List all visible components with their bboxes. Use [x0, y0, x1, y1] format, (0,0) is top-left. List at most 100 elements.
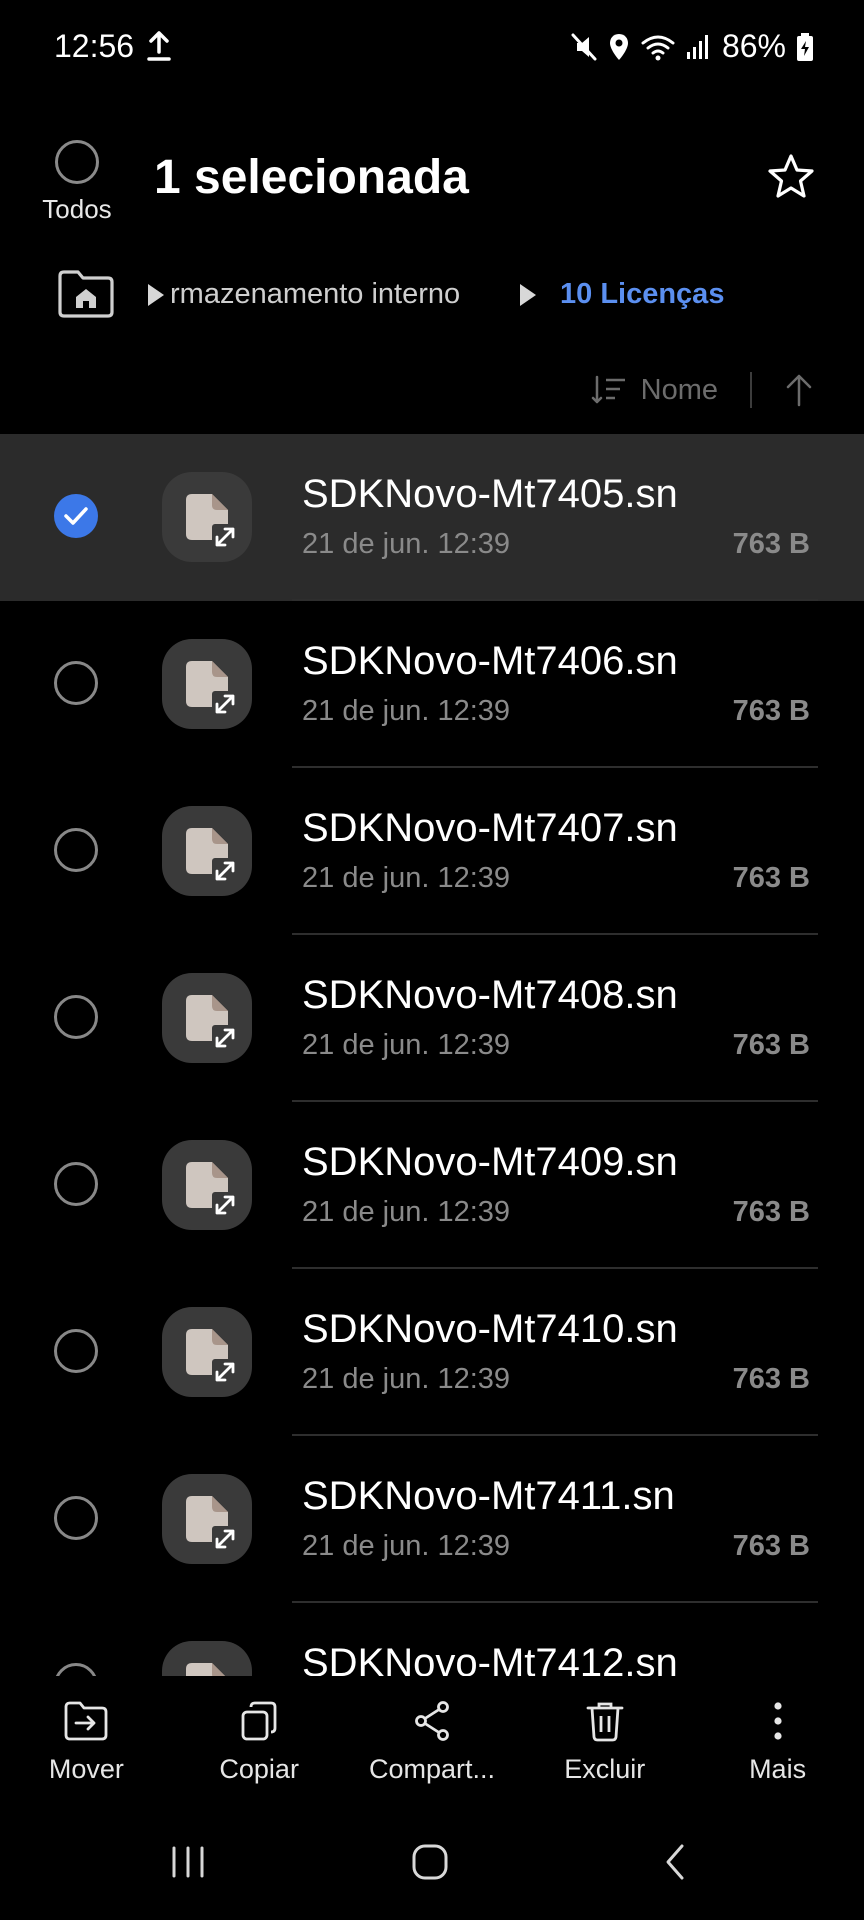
file-checkbox[interactable] — [54, 995, 98, 1039]
shortcut-file-icon — [186, 995, 238, 1051]
file-icon — [162, 1307, 252, 1397]
file-checkbox[interactable] — [54, 1496, 98, 1540]
shortcut-file-icon — [186, 1162, 238, 1218]
shortcut-file-icon — [186, 1329, 238, 1385]
home-button-icon[interactable] — [410, 1840, 450, 1884]
file-row[interactable]: SDKNovo-Mt7405.sn 21 de jun. 12:39 763 B — [0, 434, 864, 601]
file-name: SDKNovo-Mt7410.sn — [302, 1307, 678, 1351]
copy-icon — [241, 1701, 277, 1741]
file-size: 763 B — [732, 1029, 810, 1061]
share-button[interactable]: Compart... — [347, 1676, 517, 1806]
sort-divider — [750, 372, 752, 408]
file-date: 21 de jun. 12:39 — [302, 695, 511, 727]
move-label: Mover — [48, 1754, 124, 1784]
file-size: 763 B — [732, 862, 810, 894]
upload-icon — [147, 31, 171, 61]
file-date: 21 de jun. 12:39 — [302, 528, 511, 560]
file-checkbox[interactable] — [54, 1162, 98, 1206]
breadcrumb-parent[interactable]: rmazenamento interno — [148, 278, 460, 311]
checkmark-icon — [64, 507, 88, 525]
file-size: 763 B — [732, 528, 810, 560]
battery-percent: 86% — [721, 28, 786, 64]
select-all-toggle[interactable]: Todos — [40, 140, 114, 225]
file-row[interactable]: SDKNovo-Mt7411.sn 21 de jun. 12:39 763 B — [0, 1436, 864, 1603]
file-icon — [162, 1641, 252, 1676]
location-icon — [609, 33, 628, 60]
file-name: SDKNovo-Mt7408.sn — [302, 973, 678, 1017]
file-row[interactable]: SDKNovo-Mt7410.sn 21 de jun. 12:39 763 B — [0, 1269, 864, 1436]
file-row[interactable]: SDKNovo-Mt7407.sn 21 de jun. 12:39 763 B — [0, 768, 864, 935]
sort-bar: Nome — [591, 372, 814, 408]
more-label: Mais — [749, 1754, 807, 1784]
shortcut-file-icon — [186, 661, 238, 717]
battery-icon — [797, 32, 813, 61]
page-title: 1 selecionada — [154, 151, 469, 204]
breadcrumb-arrow-icon — [148, 283, 164, 306]
delete-label: Excluir — [564, 1754, 646, 1784]
file-icon — [162, 639, 252, 729]
file-checkbox[interactable] — [54, 828, 98, 872]
select-all-checkbox[interactable] — [55, 140, 99, 184]
file-checkbox[interactable] — [54, 661, 98, 705]
file-row[interactable]: SDKNovo-Mt7409.sn 21 de jun. 12:39 763 B — [0, 1102, 864, 1269]
file-checkbox[interactable] — [54, 1329, 98, 1373]
file-name: SDKNovo-Mt7412.sn — [302, 1641, 678, 1676]
recent-apps-icon[interactable] — [168, 1840, 208, 1884]
file-date: 21 de jun. 12:39 — [302, 1029, 511, 1061]
file-name: SDKNovo-Mt7409.sn — [302, 1140, 678, 1184]
status-time: 12:56 — [54, 28, 135, 64]
file-list: SDKNovo-Mt7405.sn 21 de jun. 12:39 763 B… — [0, 434, 864, 1676]
file-checkbox[interactable] — [54, 494, 98, 538]
file-date: 21 de jun. 12:39 — [302, 1196, 511, 1228]
wifi-icon — [641, 35, 675, 60]
file-name: SDKNovo-Mt7405.sn — [302, 472, 678, 516]
file-row[interactable]: SDKNovo-Mt7408.sn 21 de jun. 12:39 763 B — [0, 935, 864, 1102]
share-label: Compart... — [368, 1754, 495, 1784]
sort-field-button[interactable]: Nome — [641, 374, 718, 407]
more-vertical-icon — [773, 1702, 782, 1740]
sort-icon[interactable] — [591, 375, 627, 405]
delete-button[interactable]: Excluir — [520, 1676, 690, 1806]
move-icon — [64, 1701, 108, 1741]
copy-label: Copiar — [219, 1754, 299, 1784]
file-name: SDKNovo-Mt7411.sn — [302, 1474, 675, 1518]
copy-button[interactable]: Copiar — [174, 1676, 344, 1806]
home-folder-icon[interactable] — [56, 268, 116, 320]
file-checkbox[interactable] — [54, 1663, 98, 1676]
file-date: 21 de jun. 12:39 — [302, 1363, 511, 1395]
action-toolbar: Mover Copiar Compart... Excluir Mais — [0, 1676, 864, 1806]
back-icon[interactable] — [656, 1840, 696, 1884]
mute-icon — [571, 33, 597, 60]
file-icon — [162, 806, 252, 896]
breadcrumb-current[interactable]: 10 Licenças — [560, 278, 724, 311]
file-row[interactable]: SDKNovo-Mt7406.sn 21 de jun. 12:39 763 B — [0, 601, 864, 768]
file-date: 21 de jun. 12:39 — [302, 862, 511, 894]
file-size: 763 B — [732, 1530, 810, 1562]
file-icon — [162, 973, 252, 1063]
more-button[interactable]: Mais — [693, 1676, 863, 1806]
select-all-label: Todos — [42, 194, 112, 224]
file-icon — [162, 472, 252, 562]
sort-direction-icon[interactable] — [784, 373, 814, 407]
file-size: 763 B — [732, 695, 810, 727]
star-icon[interactable] — [766, 152, 816, 202]
file-size: 763 B — [732, 1363, 810, 1395]
system-nav-bar — [0, 1806, 864, 1920]
share-icon — [415, 1701, 449, 1741]
signal-icon — [686, 34, 708, 59]
file-icon — [162, 1140, 252, 1230]
move-button[interactable]: Mover — [1, 1676, 171, 1806]
file-name: SDKNovo-Mt7407.sn — [302, 806, 678, 850]
file-name: SDKNovo-Mt7406.sn — [302, 639, 678, 683]
shortcut-file-icon — [186, 1663, 225, 1676]
file-size: 763 B — [732, 1196, 810, 1228]
shortcut-file-icon — [186, 828, 238, 884]
trash-icon — [586, 1702, 624, 1742]
file-icon — [162, 1474, 252, 1564]
status-bar: 12:56 86% — [0, 0, 864, 96]
file-row[interactable]: SDKNovo-Mt7412.sn — [0, 1603, 864, 1676]
shortcut-file-icon — [186, 1496, 238, 1552]
breadcrumb-parent-label: rmazenamento interno — [170, 278, 461, 310]
shortcut-file-icon — [186, 494, 238, 550]
file-date: 21 de jun. 12:39 — [302, 1530, 511, 1562]
